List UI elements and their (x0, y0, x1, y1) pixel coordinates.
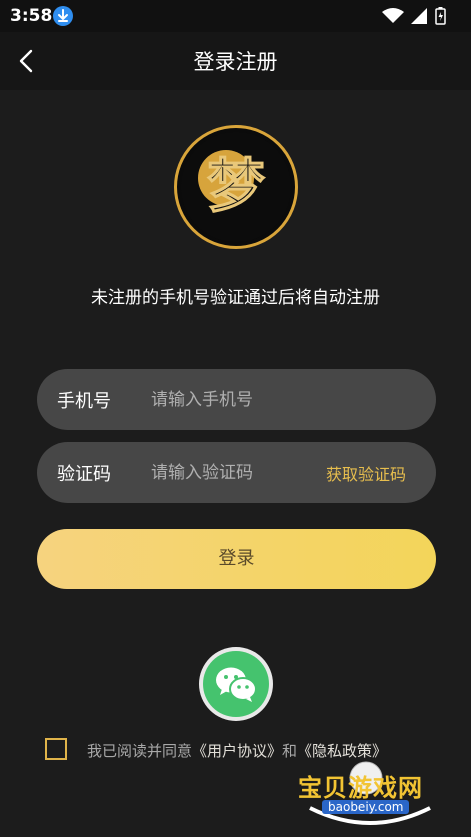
watermark-url: baobeiy.com (322, 800, 410, 814)
site-watermark: 宝贝游戏网 baobeiy.com (290, 760, 450, 830)
verification-code-field: 验证码 获取验证码 (37, 442, 436, 503)
user-agreement-link[interactable]: 《用户协议》 (192, 742, 282, 760)
signal-icon (411, 8, 427, 24)
login-button[interactable]: 登录 (37, 529, 436, 589)
verification-code-input[interactable] (149, 454, 313, 492)
status-time: 3:58 (10, 6, 53, 26)
wechat-login-button[interactable] (199, 647, 273, 721)
status-icons (381, 7, 461, 25)
page-title: 登录注册 (193, 50, 278, 74)
auto-register-hint: 未注册的手机号验证通过后将自动注册 (91, 288, 380, 308)
agreement-prefix: 我已阅读并同意 (87, 742, 193, 760)
download-icon (53, 6, 73, 26)
top-app-bar: 登录注册 (0, 32, 471, 90)
login-register-screen: 3:58 登录注册 梦 未注册的手机号验证通过后将自动注册 手机号 请输入手机号… (0, 0, 471, 837)
logo-glyph: 梦 (207, 152, 265, 220)
watermark-title: 宝贝游戏网 (298, 774, 423, 802)
agreement-text: 我已阅读并同意《用户协议》和《隐私政策》 (87, 740, 387, 761)
privacy-policy-link[interactable]: 《隐私政策》 (297, 742, 387, 760)
phone-input[interactable] (149, 381, 413, 419)
battery-icon (435, 7, 446, 25)
wechat-icon (203, 651, 269, 717)
verification-code-label: 验证码 (57, 464, 111, 485)
wifi-icon (382, 8, 404, 23)
app-logo: 梦 (174, 125, 298, 249)
agreement-checkbox[interactable] (45, 738, 67, 760)
agreement-and: 和 (282, 742, 298, 760)
phone-label: 手机号 (57, 391, 111, 412)
status-bar: 3:58 (0, 0, 471, 32)
get-code-button[interactable]: 获取验证码 (326, 461, 406, 485)
phone-field: 手机号 (37, 369, 436, 430)
